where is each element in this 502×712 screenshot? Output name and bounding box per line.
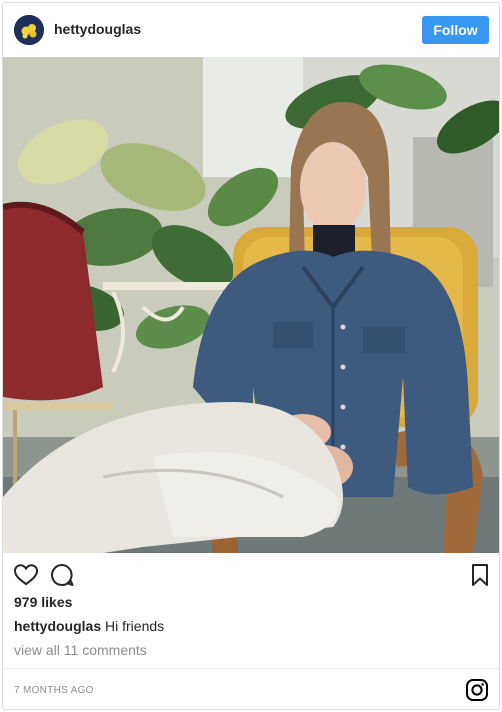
caption-text: Hi friends (105, 618, 165, 634)
avatar[interactable] (14, 15, 44, 45)
post-photo[interactable] (3, 57, 499, 553)
action-bar (3, 553, 499, 597)
header-username[interactable]: hettydouglas (54, 21, 141, 37)
follow-button[interactable]: Follow (422, 16, 489, 44)
heart-icon[interactable] (13, 562, 39, 588)
comment-icon[interactable] (49, 562, 75, 588)
post-timestamp[interactable]: 7 MONTHS AGO (14, 685, 94, 696)
post-header: hettydouglas Follow (3, 3, 499, 58)
caption: hettydouglas Hi friends (14, 618, 164, 634)
instagram-icon[interactable] (465, 678, 489, 702)
post-card: hettydouglas Follow 979 likes hettydougl… (2, 2, 500, 710)
bookmark-icon[interactable] (467, 562, 493, 588)
view-comments-link[interactable]: view all 11 comments (14, 642, 147, 658)
caption-username[interactable]: hettydouglas (14, 618, 101, 634)
likes-count[interactable]: 979 likes (14, 594, 72, 610)
divider (3, 668, 499, 669)
